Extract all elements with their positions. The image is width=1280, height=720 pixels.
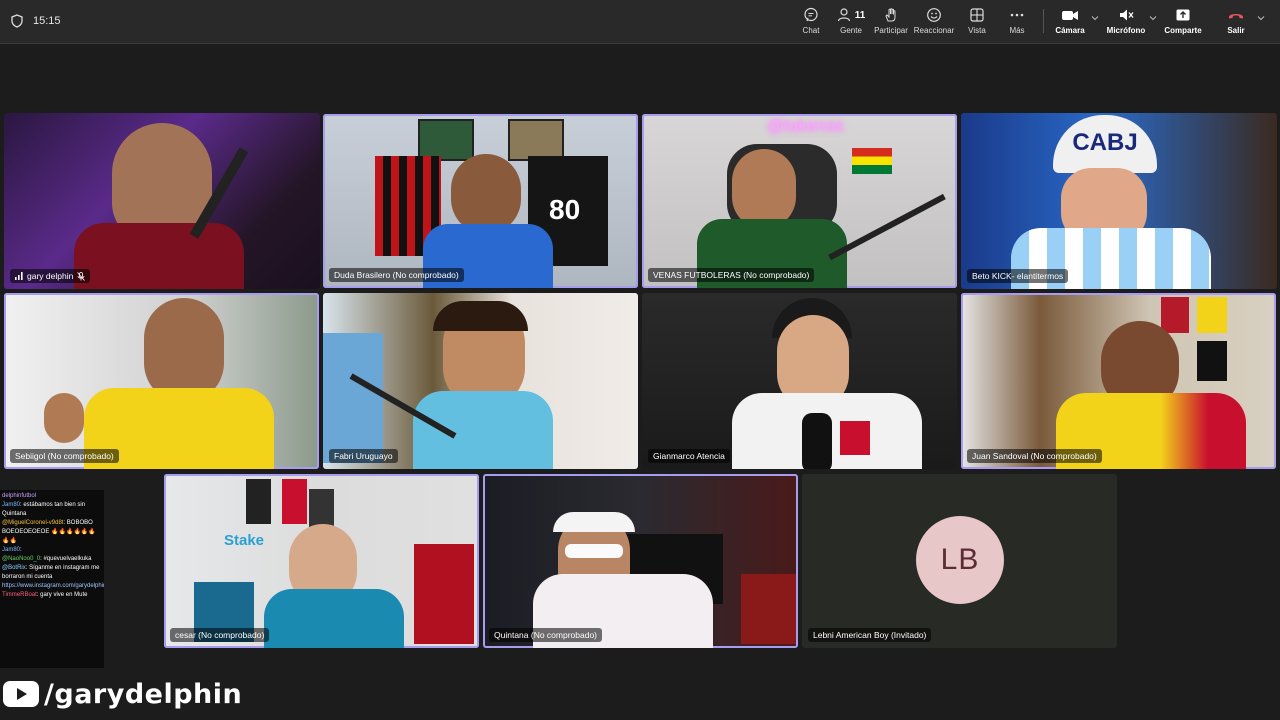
camera-label: Cámara — [1055, 26, 1085, 35]
participant-name: Fabri Uruguayo — [334, 451, 393, 461]
microphone-label: Micrófono — [1106, 26, 1146, 35]
participant-name: Gianmarco Atencia — [653, 451, 725, 461]
participant-name: Juan Sandoval (No comprobado) — [972, 451, 1097, 461]
toolbar-divider — [1043, 9, 1044, 33]
participant-name: Beto KICK- elantitermos — [972, 271, 1064, 281]
chat-message: @NaoNoo0_0: #quevuelvaelkuka — [2, 556, 92, 562]
share-button[interactable]: Comparte — [1163, 6, 1203, 40]
participant-name-tag: Quintana (No comprobado) — [489, 628, 603, 642]
participant-name: Duda Brasilero (No comprobado) — [334, 270, 459, 280]
leave-label: Salir — [1227, 26, 1245, 35]
share-screen-icon — [1176, 9, 1190, 21]
video-camera-icon — [1062, 11, 1078, 20]
more-button[interactable]: Más — [1006, 6, 1028, 40]
participant-tile[interactable]: gary delphin — [4, 113, 320, 289]
grid-icon — [970, 8, 984, 22]
meeting-timer: 15:15 — [33, 15, 61, 27]
participant-name: cesar (No comprobado) — [175, 630, 265, 640]
react-button[interactable]: Reaccionar — [914, 6, 954, 40]
participant-tile[interactable]: Gianmarco Atencia — [642, 293, 957, 469]
participant-name-tag: Gianmarco Atencia — [648, 449, 730, 463]
participant-tile[interactable]: 80 Duda Brasilero (No comprobado) — [323, 114, 638, 288]
shield-icon — [11, 14, 23, 28]
avatar: LB — [916, 516, 1004, 604]
participant-name: VENAS FUTBOLERAS (No comprobado) — [653, 270, 810, 280]
chat-button[interactable]: Chat — [799, 6, 823, 40]
participant-tile[interactable]: Sebiigol (No comprobado) — [4, 293, 319, 469]
more-label: Más — [1009, 26, 1025, 35]
participant-name-tag: VENAS FUTBOLERAS (No comprobado) — [648, 268, 815, 282]
participant-name-tag: cesar (No comprobado) — [170, 628, 270, 642]
participant-name-tag: gary delphin — [10, 269, 91, 283]
stream-chat-overlay: delphinfutbol Jam80: estábamos tan bien … — [0, 490, 104, 668]
participant-name-tag: Sebiigol (No comprobado) — [10, 449, 119, 463]
meeting-toolbar: 15:15 Chat 11 Gente Participar Reacciona… — [0, 0, 1280, 44]
mic-options-chevron-icon[interactable] — [1149, 14, 1157, 22]
participant-name-tag: Juan Sandoval (No comprobado) — [967, 449, 1102, 463]
leave-button[interactable]: Salir — [1225, 6, 1247, 40]
participant-name-tag: Lebni American Boy (Invitado) — [808, 628, 932, 642]
participant-name: gary delphin — [27, 271, 74, 281]
participant-name: Sebiigol (No comprobado) — [15, 451, 114, 461]
people-icon — [837, 8, 850, 22]
participant-name-tag: Beto KICK- elantitermos — [967, 269, 1069, 283]
hang-up-phone-icon — [1229, 14, 1243, 19]
people-button[interactable]: 11 Gente — [835, 6, 867, 40]
react-label: Reaccionar — [913, 26, 955, 35]
microphone-button[interactable]: Micrófono — [1106, 6, 1146, 40]
participant-name-tag: Duda Brasilero (No comprobado) — [329, 268, 464, 282]
participant-tile[interactable]: Stake cesar (No comprobado) — [164, 474, 479, 648]
participant-tile[interactable]: CABJ Beto KICK- elantitermos — [961, 113, 1277, 289]
chat-message: @BotRix: Síganme en instagram me borraro… — [2, 565, 100, 580]
signal-strength-icon — [15, 272, 23, 280]
channel-watermark: /garydelphin — [2, 676, 242, 712]
mic-muted-speaker-icon — [1120, 9, 1134, 21]
participant-tile[interactable]: Juan Sandoval (No comprobado) — [961, 293, 1276, 469]
chat-message: TimmeRBoat: gary vive en Mute — [2, 592, 88, 598]
hand-icon — [885, 8, 896, 22]
chat-icon — [804, 7, 818, 22]
leave-options-chevron-icon[interactable] — [1257, 14, 1265, 22]
raise-hand-label: Participar — [874, 26, 908, 35]
chat-label: Chat — [802, 26, 820, 35]
more-dots-icon — [1010, 13, 1024, 17]
participant-tile[interactable]: Quintana (No comprobado) — [483, 474, 798, 648]
view-button[interactable]: Vista — [965, 6, 989, 40]
participant-tile[interactable]: @takenas VENAS FUTBOLERAS (No comprobado… — [642, 114, 957, 288]
chat-message: Jam80: — [2, 547, 22, 553]
chat-message: @MiguelCoronel-v9d8t: BOBOBO BOEOEOEOEOE… — [2, 520, 96, 544]
participant-name-tag: Fabri Uruguayo — [329, 449, 398, 463]
smile-icon — [927, 8, 941, 22]
participant-tile[interactable]: LB Lebni American Boy (Invitado) — [802, 474, 1117, 648]
mic-muted-icon — [77, 271, 86, 281]
participant-tile[interactable]: Fabri Uruguayo — [323, 293, 638, 469]
youtube-logo-icon — [3, 681, 39, 707]
camera-options-chevron-icon[interactable] — [1091, 14, 1099, 22]
participant-name: Quintana (No comprobado) — [494, 630, 598, 640]
channel-handle: /garydelphin — [44, 678, 243, 710]
raise-hand-button[interactable]: Participar — [874, 6, 908, 40]
people-count: 11 — [854, 9, 866, 21]
chat-channel-name: delphinfutbol — [2, 493, 37, 499]
chat-link: https://www.instagram.com/garydelphinfut… — [2, 583, 104, 589]
chat-message: Jam80: estábamos tan bien sin Quintana — [2, 502, 86, 517]
participant-name: Lebni American Boy (Invitado) — [813, 630, 927, 640]
people-label: Gente — [840, 26, 862, 35]
share-label: Comparte — [1164, 26, 1202, 35]
view-label: Vista — [968, 26, 986, 35]
camera-button[interactable]: Cámara — [1054, 6, 1086, 40]
